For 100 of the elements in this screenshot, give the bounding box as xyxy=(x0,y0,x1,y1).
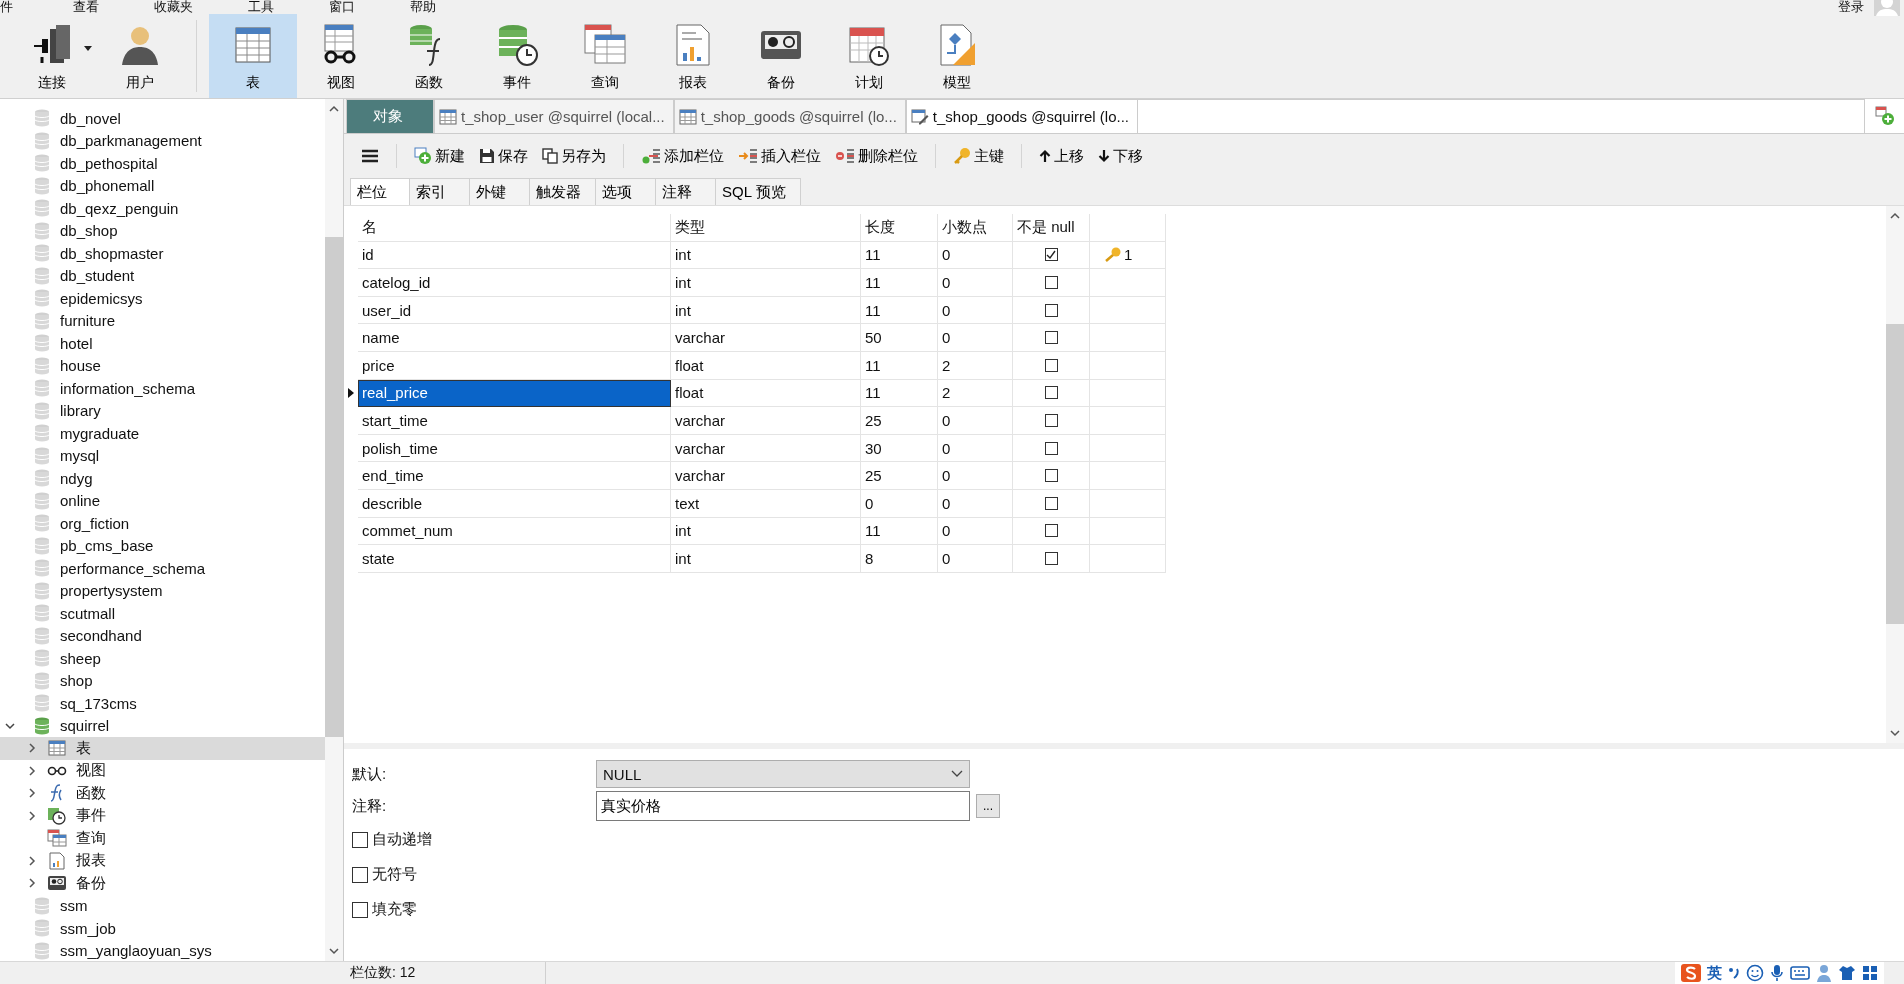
table-cell[interactable]: 11 xyxy=(861,296,938,325)
menu-item[interactable]: 窗口 xyxy=(329,0,355,13)
checkbox[interactable] xyxy=(1044,386,1058,400)
tree-item[interactable]: ssm_yanglaoyuan_sys xyxy=(0,939,325,961)
toolbar-button[interactable]: 另存为 xyxy=(537,144,611,168)
table-cell[interactable]: 0 xyxy=(938,407,1013,435)
table-cell[interactable]: 25 xyxy=(861,407,938,435)
column-header[interactable]: 长度 xyxy=(861,214,938,242)
table-cell[interactable]: 2 xyxy=(938,351,1013,380)
scroll-up-icon[interactable] xyxy=(1890,212,1900,220)
toolbar-button[interactable]: 函数 xyxy=(385,14,473,98)
checkbox[interactable] xyxy=(1044,469,1058,483)
ellipsis-button[interactable]: ... xyxy=(976,794,1000,818)
table-cell[interactable]: varchar xyxy=(671,407,861,435)
toolbar-button[interactable]: 备份 xyxy=(737,14,825,98)
toolbar-button[interactable]: 添加栏位 xyxy=(636,144,729,168)
table-cell[interactable]: real_price xyxy=(358,379,671,408)
table-cell[interactable]: name xyxy=(358,324,671,352)
table-cell[interactable]: 0 xyxy=(938,296,1013,325)
tree-item[interactable]: 查询 xyxy=(0,827,325,850)
tree-item[interactable]: db_pethospital xyxy=(0,152,325,175)
toolbar-button[interactable]: 事件 xyxy=(473,14,561,98)
table-cell[interactable] xyxy=(1090,296,1166,325)
tree-item[interactable]: db_phonemall xyxy=(0,174,325,197)
tree-item[interactable]: scutmall xyxy=(0,602,325,625)
table-cell[interactable] xyxy=(1090,407,1166,435)
menu-item[interactable]: 查看 xyxy=(73,0,99,13)
scroll-up-icon[interactable] xyxy=(329,105,339,113)
toolbar-button[interactable]: 表 xyxy=(209,14,297,98)
table-cell[interactable]: 50 xyxy=(861,324,938,352)
table-cell[interactable]: varchar xyxy=(671,434,861,463)
tree-item[interactable]: sheep xyxy=(0,647,325,670)
editor-tab[interactable]: t_shop_user @squirrel (local... xyxy=(434,99,674,133)
table-cell[interactable] xyxy=(1090,324,1166,352)
table-cell[interactable]: 0 xyxy=(938,269,1013,297)
toolbar-button[interactable]: 新建 xyxy=(409,144,470,168)
toolbar-button[interactable]: 连接 xyxy=(8,14,96,98)
tree-item[interactable]: ssm xyxy=(0,894,325,917)
table-cell[interactable]: float xyxy=(671,379,861,408)
menu-item[interactable]: 工具 xyxy=(248,0,274,13)
table-cell[interactable]: varchar xyxy=(671,324,861,352)
table-cell[interactable]: varchar xyxy=(671,462,861,490)
tree-item[interactable]: db_parkmanagement xyxy=(0,129,325,152)
default-dropdown[interactable]: NULL xyxy=(596,760,970,788)
table-cell[interactable]: 8 xyxy=(861,545,938,573)
checkbox[interactable] xyxy=(1044,303,1058,317)
table-cell[interactable]: int xyxy=(671,545,861,573)
checkbox[interactable] xyxy=(352,901,368,918)
table-cell[interactable]: state xyxy=(358,545,671,573)
table-cell[interactable]: polish_time xyxy=(358,434,671,463)
table-cell[interactable]: 11 xyxy=(861,351,938,380)
tree-item[interactable]: information_schema xyxy=(0,377,325,400)
tree-item[interactable]: 报表 xyxy=(0,849,325,872)
checkbox[interactable] xyxy=(1044,496,1058,510)
tree-item[interactable]: org_fiction xyxy=(0,512,325,535)
table-cell[interactable]: int xyxy=(671,269,861,297)
table-cell[interactable]: user_id xyxy=(358,296,671,325)
table-cell[interactable]: text xyxy=(671,489,861,518)
table-cell[interactable]: commet_num xyxy=(358,517,671,546)
tab[interactable]: SQL 预览 xyxy=(716,178,801,206)
table-cell[interactable]: end_time xyxy=(358,462,671,490)
table-cell[interactable]: 0 xyxy=(938,324,1013,352)
table-cell[interactable]: price xyxy=(358,351,671,380)
tree-item[interactable]: 表 xyxy=(0,737,325,760)
column-header[interactable]: 小数点 xyxy=(938,214,1013,242)
table-cell[interactable]: 30 xyxy=(861,434,938,463)
table-cell[interactable]: 0 xyxy=(938,517,1013,546)
tree-item[interactable]: 函数 xyxy=(0,782,325,805)
scroll-down-icon[interactable] xyxy=(329,947,339,955)
checkbox[interactable] xyxy=(1044,413,1058,427)
toolbar-button[interactable]: 模型 xyxy=(913,14,1001,98)
table-cell[interactable]: int xyxy=(671,517,861,546)
tree-item[interactable]: mysql xyxy=(0,444,325,467)
checkbox[interactable] xyxy=(352,866,368,883)
toolbar-button[interactable]: 下移 xyxy=(1093,144,1148,168)
comment-field[interactable]: 真实价格 xyxy=(596,791,970,821)
table-cell[interactable] xyxy=(1090,269,1166,297)
table-cell[interactable]: 2 xyxy=(938,379,1013,408)
tab[interactable]: 外键 xyxy=(470,178,530,206)
checkbox[interactable] xyxy=(1044,248,1058,262)
tree-item[interactable]: db_novel xyxy=(0,107,325,130)
table-cell[interactable] xyxy=(1090,379,1166,408)
editor-tab[interactable]: t_shop_goods @squirrel (lo... xyxy=(905,99,1138,133)
new-tab-button[interactable] xyxy=(1864,99,1904,133)
scroll-thumb[interactable] xyxy=(1886,324,1904,624)
menu-item[interactable]: 件 xyxy=(0,0,13,13)
editor-tab[interactable]: 对象 xyxy=(346,99,434,133)
tab[interactable]: 索引 xyxy=(410,178,470,206)
tree-item[interactable]: 事件 xyxy=(0,804,325,827)
table-cell[interactable]: int xyxy=(671,241,861,270)
tree-item[interactable]: propertysystem xyxy=(0,579,325,602)
tree-item[interactable]: 视图 xyxy=(0,759,325,782)
table-cell[interactable]: 0 xyxy=(861,489,938,518)
tree-item[interactable]: db_shopmaster xyxy=(0,242,325,265)
toolbar-button[interactable]: 主键 xyxy=(948,144,1009,168)
toolbar-button[interactable]: 上移 xyxy=(1034,144,1089,168)
checkbox[interactable] xyxy=(1044,358,1058,372)
toolbar-button[interactable]: 保存 xyxy=(474,144,533,168)
tree-item[interactable]: house xyxy=(0,354,325,377)
toolbar-button[interactable]: 插入栏位 xyxy=(733,144,826,168)
